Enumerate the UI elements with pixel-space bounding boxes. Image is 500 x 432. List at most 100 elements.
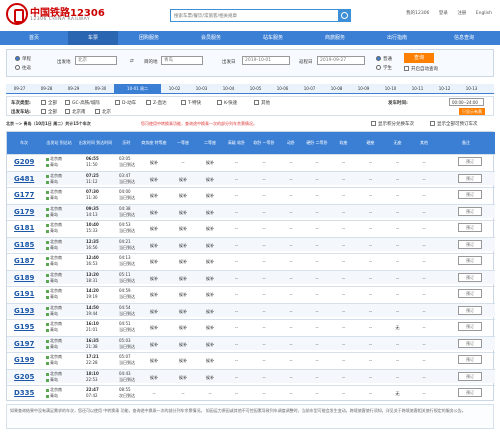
register-link[interactable]: 注册 <box>457 11 466 16</box>
train-code[interactable]: G205 <box>14 373 34 381</box>
type-all-checkbox[interactable]: 全部 <box>41 100 57 106</box>
show-available-only[interactable]: 只显示有票 <box>459 108 485 115</box>
date-tab[interactable]: 09-27 <box>6 84 33 94</box>
my12306-link[interactable]: 我的12306 <box>406 11 429 16</box>
one-way-radio[interactable]: 单程 <box>15 56 31 62</box>
normal-ticket-radio[interactable]: 普通 <box>376 56 392 62</box>
swap-icon[interactable]: ⇄ <box>130 59 134 64</box>
station-beijingnan-checkbox[interactable]: 北京南 <box>65 109 86 115</box>
student-ticket-radio[interactable]: 学生 <box>376 65 392 71</box>
type-other-checkbox[interactable]: 其他 <box>254 100 270 106</box>
seat-availability: -- <box>368 391 373 396</box>
to-input[interactable]: 青岛 <box>161 56 203 65</box>
arrival-time: 14:13 <box>86 211 98 217</box>
arrival-station: 青岛 <box>46 311 58 317</box>
nav-tickets[interactable]: 车票 <box>68 31 118 45</box>
date-tab[interactable]: 10-13 <box>458 84 485 94</box>
nav-station[interactable]: 站车服务 <box>242 31 304 45</box>
arrival-station: 青岛 <box>46 195 58 201</box>
book-button[interactable]: 预订 <box>458 173 482 183</box>
date-tab[interactable]: 10-06 <box>269 84 296 94</box>
book-button[interactable]: 预订 <box>458 157 482 166</box>
auto-query-checkbox[interactable]: 开启自动查询 <box>404 66 438 72</box>
date-tab[interactable]: 09-29 <box>60 84 87 94</box>
train-code[interactable]: G177 <box>14 191 34 199</box>
book-button[interactable]: 预订 <box>458 388 482 397</box>
train-code[interactable]: G181 <box>14 224 34 232</box>
book-button[interactable]: 预订 <box>458 239 482 249</box>
train-code[interactable]: G193 <box>14 307 34 315</box>
date-tab[interactable]: 10-10 <box>377 84 404 94</box>
route-title: 北京 --> 青岛（10月1日 周二）共计15个车次 <box>6 121 91 126</box>
book-button[interactable]: 预订 <box>458 256 482 265</box>
book-button[interactable]: 预订 <box>458 322 482 331</box>
arrival-day: 当日到达 <box>119 195 135 200</box>
nav-member[interactable]: 会员服务 <box>180 31 242 45</box>
english-link[interactable]: English <box>476 11 492 16</box>
book-button[interactable]: 预订 <box>458 206 482 216</box>
type-d-checkbox[interactable]: D-动车 <box>115 100 136 106</box>
date-tab[interactable]: 09-28 <box>33 84 60 94</box>
column-header: 出发时间 到达时间 <box>78 140 113 145</box>
arrival-time: 21:38 <box>86 343 98 349</box>
search-icon[interactable] <box>338 9 351 22</box>
date-tab[interactable]: 09-30 <box>87 84 114 94</box>
book-button[interactable]: 预订 <box>458 355 482 364</box>
nav-home[interactable]: 首页 <box>0 31 68 45</box>
book-button[interactable]: 预订 <box>458 371 482 381</box>
book-button[interactable]: 预订 <box>458 289 482 298</box>
arrival-day: 当日到达 <box>119 360 135 365</box>
return-date-input[interactable]: 2019-09-27 <box>317 56 365 65</box>
return-label: 返程日 <box>299 60 313 65</box>
departure-time-select[interactable]: 00:00--24:00 <box>449 98 484 106</box>
arrival-time: 18:31 <box>86 277 98 283</box>
book-button[interactable]: 预订 <box>458 305 482 315</box>
book-button[interactable]: 预订 <box>458 338 482 348</box>
station-all-checkbox[interactable]: 全部 <box>41 109 57 115</box>
train-code[interactable]: G197 <box>14 340 34 348</box>
train-code[interactable]: G199 <box>14 356 34 364</box>
nav-info[interactable]: 信息查询 <box>428 31 500 45</box>
nav-business[interactable]: 商旅服务 <box>304 31 366 45</box>
from-input[interactable]: 北京 <box>75 56 117 65</box>
round-trip-radio[interactable]: 往返 <box>15 65 31 71</box>
type-gc-checkbox[interactable]: GC-高铁/城际 <box>65 100 100 106</box>
date-tab[interactable]: 10-04 <box>215 84 242 94</box>
date-tab[interactable]: 10-09 <box>350 84 377 94</box>
date-tab[interactable]: 10-02 <box>161 84 188 94</box>
site-search-input[interactable]: 搜索车票/餐饮/常旅客/相关规章 <box>170 9 348 22</box>
query-button[interactable]: 查询 <box>404 53 434 63</box>
date-tab[interactable]: 10-07 <box>296 84 323 94</box>
train-row: G191 北京南 青岛 14:20 19:19 04:59 当日到达 预订 候补候… <box>7 286 495 300</box>
show-all-bookable-checkbox[interactable]: 显示全部可预订车次 <box>430 121 478 127</box>
station-beijing-checkbox[interactable]: 北京 <box>95 109 111 115</box>
train-code[interactable]: G195 <box>14 323 34 331</box>
date-tab-selected[interactable]: 10-01 周二 <box>114 84 161 94</box>
column-header: 出发站 到达站 <box>46 140 72 145</box>
train-code[interactable]: G481 <box>14 175 34 183</box>
date-tab[interactable]: 10-03 <box>188 84 215 94</box>
points-exchange-checkbox[interactable]: 显示积分兑换车次 <box>371 121 414 127</box>
train-code[interactable]: G209 <box>14 158 34 166</box>
type-z-checkbox[interactable]: Z-直达 <box>146 100 167 106</box>
date-tab[interactable]: 10-12 <box>431 84 458 94</box>
date-tab[interactable]: 10-11 <box>404 84 431 94</box>
departure-date-input[interactable]: 2019-10-01 <box>242 56 290 65</box>
train-code[interactable]: D335 <box>14 389 34 397</box>
date-tab[interactable]: 10-05 <box>242 84 269 94</box>
book-button[interactable]: 预订 <box>458 190 482 199</box>
type-t-checkbox[interactable]: T-特快 <box>181 100 201 106</box>
nav-guide[interactable]: 出行指南 <box>366 31 428 45</box>
nav-group[interactable]: 团购服务 <box>118 31 180 45</box>
book-button[interactable]: 预订 <box>458 223 482 232</box>
train-code[interactable]: G187 <box>14 257 34 265</box>
train-code[interactable]: G189 <box>14 274 34 282</box>
type-k-checkbox[interactable]: K-快速 <box>217 100 237 106</box>
column-header: 其他 <box>420 140 428 145</box>
train-code[interactable]: G185 <box>14 241 34 249</box>
date-tab[interactable]: 10-08 <box>323 84 350 94</box>
book-button[interactable]: 预订 <box>458 272 482 282</box>
train-code[interactable]: G179 <box>14 208 34 216</box>
train-code[interactable]: G191 <box>14 290 34 298</box>
login-link[interactable]: 登录 <box>439 11 448 16</box>
